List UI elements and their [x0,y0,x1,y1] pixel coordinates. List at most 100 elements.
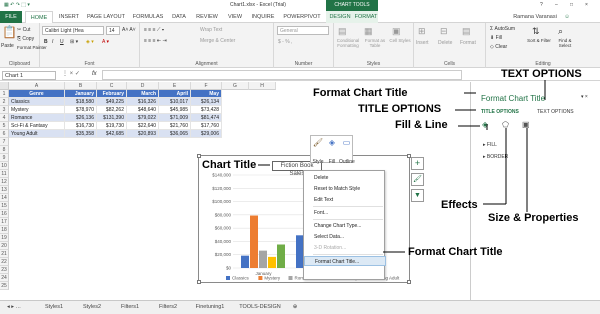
table-cell[interactable]: $73,428 [191,106,222,114]
chart-elements-icon[interactable]: + [411,157,424,170]
row-header[interactable]: 8 [0,146,9,154]
font-color-icon[interactable]: A ▾ [102,39,109,45]
insert-cells-icon[interactable]: ⊞ [418,26,426,37]
table-cell[interactable]: $42,685 [97,130,127,138]
menu-item-change-chart-type[interactable]: Change Chart Type... [304,221,386,231]
column-header[interactable]: A [9,82,65,90]
chart-filters-icon[interactable]: ▼ [411,189,424,202]
tab-data[interactable]: DATA [168,11,190,23]
sheet-tab[interactable]: Filters2 [150,301,186,313]
row-header[interactable]: 1 [0,90,9,98]
table-cell[interactable]: $21,760 [159,122,191,130]
format-table-icon[interactable]: ▦ [364,26,373,37]
fx-icon[interactable]: fx [92,71,97,78]
sheet-tab[interactable]: Filters1 [112,301,148,313]
insert-cells-button[interactable]: Insert [416,40,429,46]
column-header[interactable]: F [191,82,222,90]
table-cell[interactable]: Mystery [9,106,65,114]
font-name-select[interactable]: Calibri Light (Hea [42,26,104,35]
fill-color-icon[interactable]: ◈ ▾ [86,39,94,45]
sort-filter-icon[interactable]: ⇅ [532,26,540,37]
table-cell[interactable]: $18,580 [65,98,97,106]
tab-powerpivot[interactable]: POWERPIVOT [280,11,324,23]
row-header[interactable]: 24 [0,274,9,282]
font-size-select[interactable]: 14 [106,26,120,35]
outline-button[interactable]: ▭ Outline [339,136,355,165]
table-cell[interactable]: $17,760 [191,122,222,130]
table-cell[interactable]: $82,262 [97,106,127,114]
table-cell[interactable]: January [65,90,97,98]
sheet-nav-arrows[interactable]: ◂ ▸ … [3,301,25,313]
table-cell[interactable]: Young Adult [9,130,65,138]
fill-button[interactable]: ⬇ Fill [490,35,502,41]
table-cell[interactable]: Genre [9,90,65,98]
border-icon[interactable]: ⊞ ▾ [70,39,78,45]
user-avatar[interactable]: ☺ [562,11,572,23]
sheet-tab[interactable]: TOOLS-DESIGN [234,301,286,313]
row-header[interactable]: 11 [0,170,9,178]
row-header[interactable]: 17 [0,218,9,226]
copy-button[interactable]: ⎘ Copy [17,36,34,42]
row-header[interactable]: 22 [0,258,9,266]
help-icon[interactable]: ? [540,2,543,8]
tab-home[interactable]: HOME [25,11,53,23]
clear-button[interactable]: ◇ Clear [490,44,507,50]
paste-icon[interactable]: 📋 [2,25,17,39]
find-select-icon[interactable]: ⌕ [558,26,563,37]
table-cell[interactable]: February [97,90,127,98]
sheet-tab[interactable]: Styles2 [74,301,110,313]
table-cell[interactable]: $36,065 [159,130,191,138]
underline-button[interactable]: U [60,39,64,45]
row-header[interactable]: 5 [0,122,9,130]
size-properties-icon[interactable]: ▣ [522,120,530,129]
column-header[interactable]: H [249,82,276,90]
table-cell[interactable]: Romance [9,114,65,122]
column-header[interactable]: E [159,82,191,90]
row-header[interactable]: 13 [0,186,9,194]
chart-styles-icon[interactable]: 🖌 [411,173,424,186]
table-cell[interactable]: $131,390 [97,114,127,122]
table-cell[interactable]: March [127,90,159,98]
cut-button[interactable]: ✂ Cut [17,27,30,33]
row-header[interactable]: 3 [0,106,9,114]
table-cell[interactable]: $16,326 [127,98,159,106]
tab-design[interactable]: DESIGN [327,11,353,23]
table-cell[interactable]: Sci-Fi & Fantasy [9,122,65,130]
number-format-select[interactable]: General [277,26,329,35]
menu-item-font[interactable]: Font... [304,208,386,218]
fill-line-icon[interactable]: ◈ [482,120,488,129]
tab-formulas[interactable]: FORMULAS [130,11,166,23]
row-header[interactable]: 20 [0,242,9,250]
table-cell[interactable]: $81,474 [191,114,222,122]
table-cell[interactable]: $49,225 [97,98,127,106]
row-header[interactable]: 23 [0,266,9,274]
user-name[interactable]: Ramana Varanasi [510,11,560,23]
table-cell[interactable]: $78,970 [65,106,97,114]
paste-button[interactable]: Paste [1,43,14,49]
wrap-text-button[interactable]: Wrap Text [200,27,222,33]
row-header[interactable]: 4 [0,114,9,122]
tab-insert[interactable]: INSERT [56,11,82,23]
table-cell[interactable]: $29,006 [191,130,222,138]
row-header[interactable]: 9 [0,154,9,162]
tab-format[interactable]: FORMAT [353,11,379,23]
cell-styles-button[interactable]: Cell Styles [389,38,411,43]
table-cell[interactable]: $26,134 [191,98,222,106]
column-header[interactable]: G [222,82,249,90]
select-all-corner[interactable] [0,82,9,90]
sheet-tab[interactable]: Finetuning1 [188,301,232,313]
row-header[interactable]: 18 [0,226,9,234]
cell-styles-icon[interactable]: ▣ [392,26,401,37]
italic-button[interactable]: I [52,39,53,45]
fill-section[interactable]: ▸ FILL [483,142,497,148]
minimize-icon[interactable]: – [555,2,558,8]
format-as-table-button[interactable]: Format as Table [363,38,387,48]
tab-view[interactable]: VIEW [224,11,246,23]
grow-font-icon[interactable]: A˄ A˅ [122,27,136,33]
table-cell[interactable]: $10,017 [159,98,191,106]
formula-buttons[interactable]: ⋮ × ✓ [62,71,80,78]
tab-page-layout[interactable]: PAGE LAYOUT [84,11,128,23]
tab-inquire[interactable]: INQUIRE [248,11,278,23]
table-cell[interactable]: $71,009 [159,114,191,122]
sort-filter-button[interactable]: Sort & Filter [526,38,552,43]
